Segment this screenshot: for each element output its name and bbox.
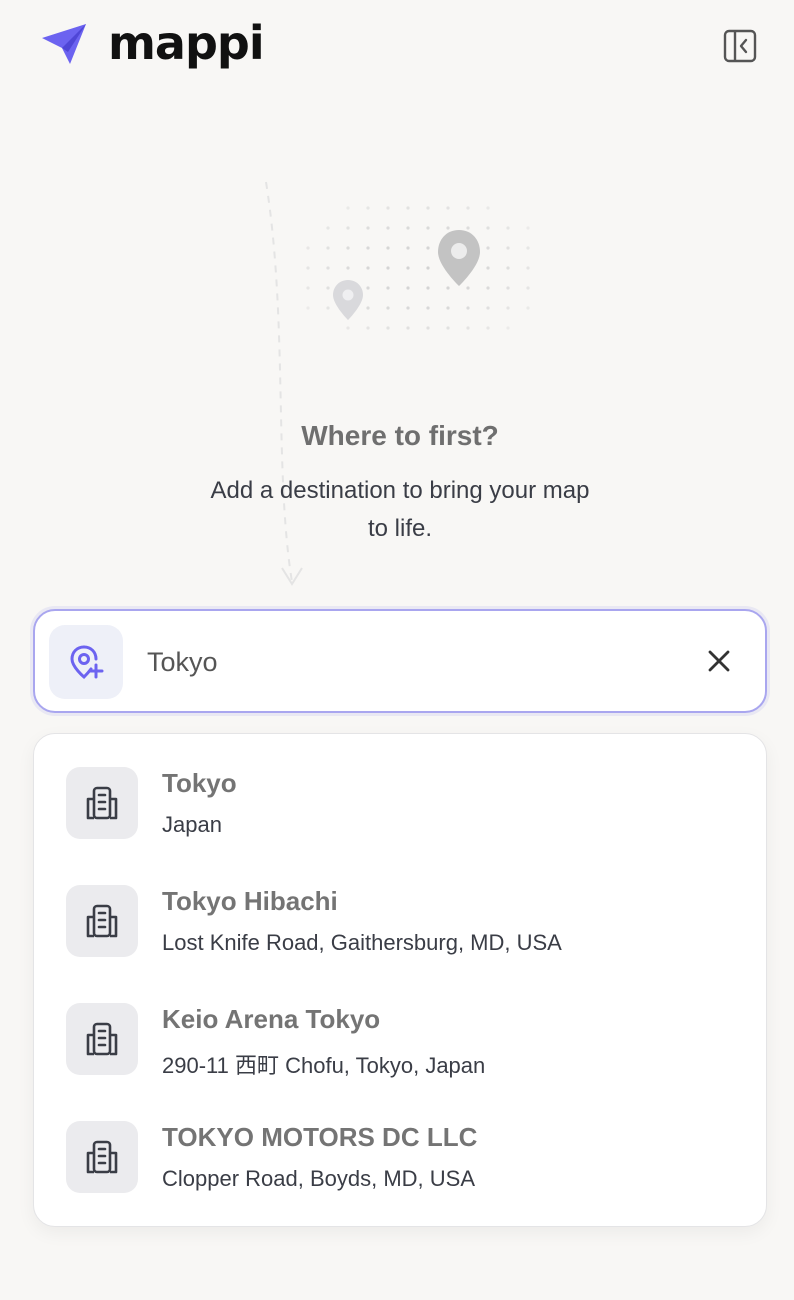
result-subtitle: 290-11 西町 Chofu, Tokyo, Japan (162, 1053, 486, 1078)
empty-state-subtitle: Add a destination to bring your map to l… (210, 477, 590, 542)
close-icon (708, 650, 730, 672)
paper-plane-icon (42, 24, 86, 64)
building-icon (86, 1140, 118, 1174)
brand-logo[interactable]: mappi (40, 16, 265, 70)
map-pin-icon-small (333, 280, 363, 320)
clear-search-button[interactable] (699, 641, 739, 681)
search-input[interactable] (147, 637, 667, 687)
collapse-sidebar-button[interactable] (722, 28, 758, 64)
building-icon (86, 786, 118, 820)
result-title: Tokyo Hibachi (162, 886, 338, 916)
building-icon (86, 904, 118, 938)
search-result-item[interactable]: Keio Arena Tokyo 290-11 西町 Chofu, Tokyo,… (34, 970, 766, 1080)
search-results-list: Tokyo Japan Tokyo Hibachi Lost Knife Roa… (33, 733, 767, 1227)
empty-state-title: Where to first? (301, 420, 499, 451)
search-result-item[interactable]: Tokyo Hibachi Lost Knife Road, Gaithersb… (34, 852, 766, 962)
search-result-item[interactable]: TOKYO MOTORS DC LLC Clopper Road, Boyds,… (34, 1088, 766, 1198)
destination-search-box[interactable] (33, 609, 767, 713)
result-title: TOKYO MOTORS DC LLC (162, 1122, 478, 1152)
map-pin-icon-large (438, 230, 480, 286)
result-subtitle: Clopper Road, Boyds, MD, USA (162, 1166, 476, 1191)
result-icon-box (66, 885, 138, 957)
search-result-item[interactable]: Tokyo Japan (34, 734, 766, 844)
result-icon-box (66, 1121, 138, 1193)
location-add-button[interactable] (49, 625, 123, 699)
sidebar-collapse-icon (723, 29, 757, 63)
result-subtitle: Japan (162, 812, 222, 837)
result-icon-box (66, 1003, 138, 1075)
result-title: Keio Arena Tokyo (162, 1004, 381, 1034)
location-add-icon (70, 645, 104, 680)
app-root: mappi Where to first? Add a destination … (0, 0, 794, 1300)
result-icon-box (66, 767, 138, 839)
brand-name: mappi (108, 16, 265, 70)
result-title: Tokyo (162, 768, 237, 798)
building-icon (86, 1022, 118, 1056)
dot-grid (306, 206, 530, 330)
result-subtitle: Lost Knife Road, Gaithersburg, MD, USA (162, 930, 562, 955)
